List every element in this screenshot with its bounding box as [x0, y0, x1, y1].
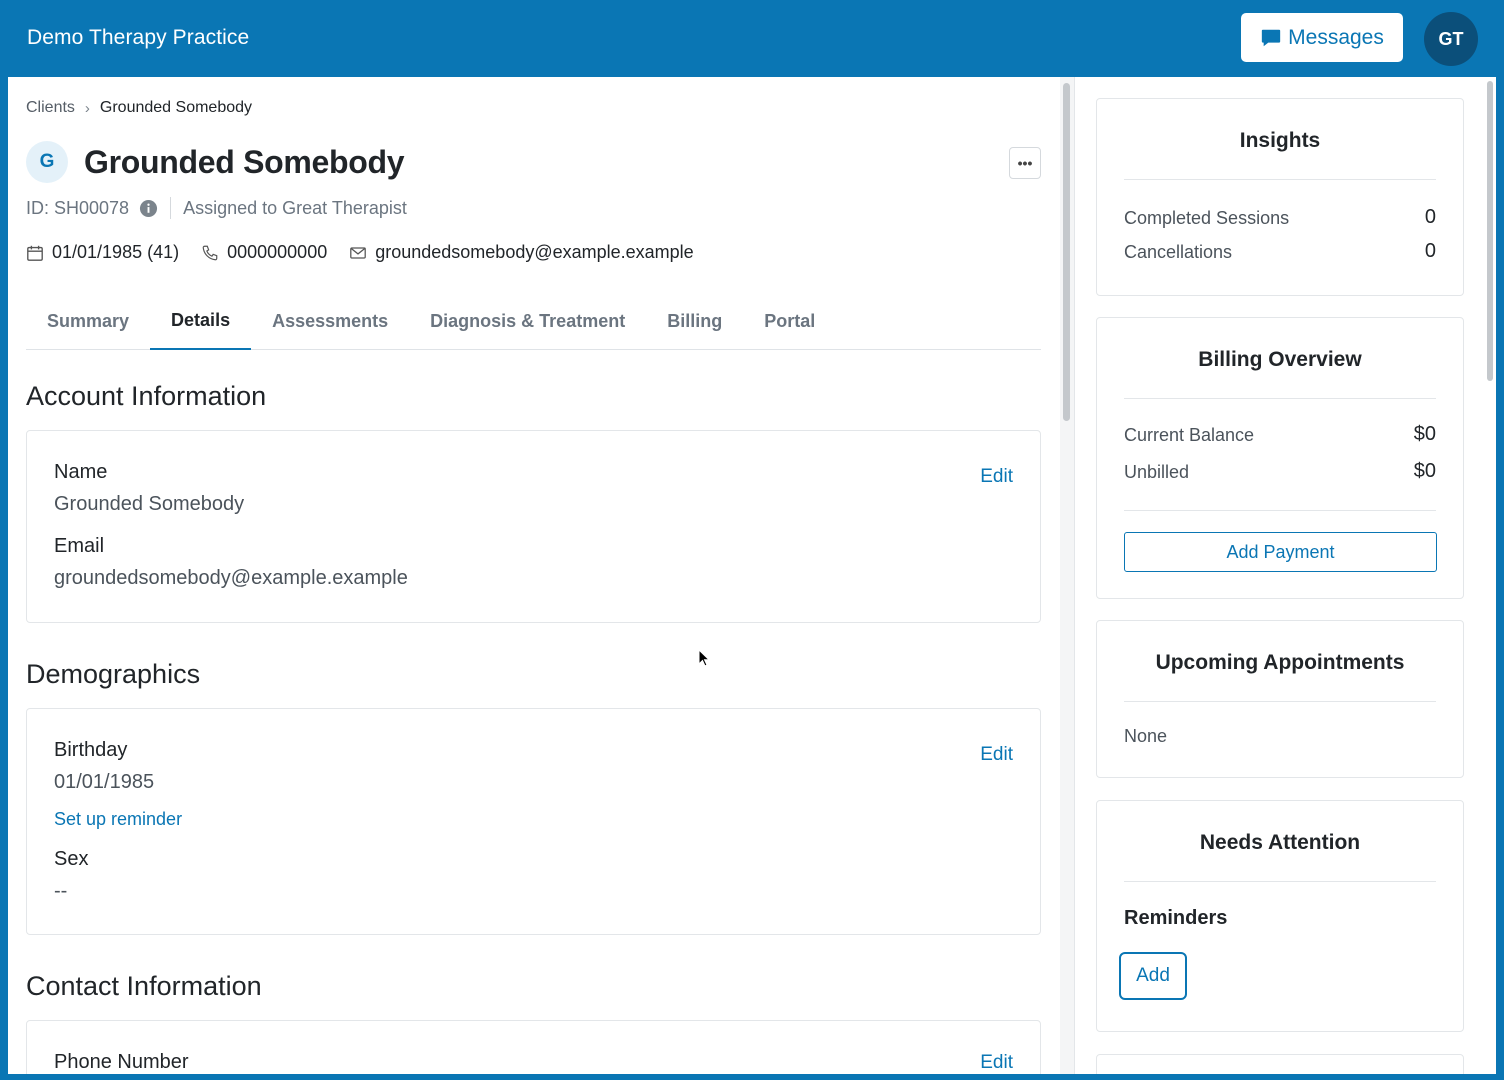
phone-icon [202, 245, 218, 260]
client-contact-summary: 01/01/1985 (41) 0000000000 groundedsomeb… [26, 242, 716, 263]
completed-sessions-value: 0 [1424, 206, 1436, 228]
contact-edit-link[interactable]: Edit [980, 1052, 1013, 1074]
reminders-label: Reminders [1124, 907, 1228, 929]
birthday-label: Birthday [54, 739, 128, 761]
needs-attention-divider [1124, 881, 1436, 882]
main-scrollbar-thumb[interactable] [1063, 83, 1070, 421]
account-information-heading: Account Information [26, 381, 267, 411]
upcoming-appointments-card: Upcoming Appointments None [1096, 620, 1464, 778]
account-edit-link[interactable]: Edit [980, 466, 1013, 488]
insights-title: Insights [1239, 129, 1321, 152]
chat-bubble-icon [1261, 29, 1281, 46]
upcoming-none-text: None [1124, 726, 1168, 746]
contact-information-card: Phone Number Edit [26, 1020, 1041, 1074]
tab-assessments[interactable]: Assessments [251, 293, 409, 350]
email-label: Email [54, 535, 105, 557]
ellipsis-icon: ••• [1017, 155, 1033, 171]
add-payment-button[interactable]: Add Payment [1124, 532, 1437, 572]
client-id: ID: SH00078 [26, 197, 130, 218]
tab-details[interactable]: Details [150, 293, 252, 350]
upcoming-appointments-title: Upcoming Appointments [1155, 651, 1405, 674]
email-value: groundedsomebody@example.example [54, 567, 408, 589]
user-avatar[interactable]: GT [1424, 12, 1478, 66]
email-address: groundedsomebody@example.example [375, 242, 694, 262]
phone-number: 0000000000 [227, 242, 328, 262]
billing-divider-bottom [1124, 510, 1436, 511]
billing-divider-top [1124, 398, 1436, 399]
calendar-icon [27, 245, 43, 261]
envelope-icon [350, 246, 367, 259]
contact-information-heading: Contact Information [26, 971, 262, 1001]
set-up-reminder-link[interactable]: Set up reminder [54, 809, 182, 830]
practice-name[interactable]: Demo Therapy Practice [27, 26, 249, 50]
sidebar-scrollbar-thumb[interactable] [1487, 81, 1493, 381]
assigned-therapist: Assigned to Great Therapist [183, 197, 407, 218]
breadcrumb-current: Grounded Somebody [99, 99, 253, 116]
birthdate-age: 01/01/1985 (41) [52, 242, 180, 262]
chevron-right-icon: › [84, 99, 90, 117]
info-icon[interactable] [139, 199, 158, 218]
needs-attention-card: Needs Attention Reminders Add [1096, 800, 1464, 1032]
client-details-main: Clients › Grounded Somebody G Grounded S… [26, 77, 1042, 1074]
name-value: Grounded Somebody [54, 493, 245, 515]
app-frame: Demo Therapy Practice Messages GT Client… [8, 6, 1496, 1074]
current-balance-label: Current Balance [1124, 425, 1255, 445]
main-scrollbar[interactable] [1060, 77, 1074, 1074]
client-header: G Grounded Somebody [26, 141, 405, 183]
cancellations-value: 0 [1424, 240, 1436, 262]
client-tabs: Summary Details Assessments Diagnosis & … [26, 293, 1041, 350]
tab-summary[interactable]: Summary [26, 293, 150, 350]
name-label: Name [54, 461, 108, 483]
tab-diagnosis-treatment[interactable]: Diagnosis & Treatment [409, 293, 646, 350]
phone-item[interactable]: 0000000000 [201, 242, 327, 263]
breadcrumb-clients-link[interactable]: Clients [26, 99, 75, 117]
meta-divider [170, 197, 172, 219]
current-balance-value: $0 [1413, 423, 1436, 445]
sex-label: Sex [54, 848, 89, 870]
tab-portal[interactable]: Portal [743, 293, 836, 350]
billing-overview-card: Billing Overview Current Balance $0 Unbi… [1096, 317, 1464, 599]
add-reminder-button[interactable]: Add [1119, 952, 1187, 1000]
demographics-edit-link[interactable]: Edit [980, 744, 1013, 766]
demographics-card: Birthday Edit 01/01/1985 Set up reminder… [26, 708, 1041, 935]
insights-card: Insights Completed Sessions 0 Cancellati… [1096, 98, 1464, 296]
unbilled-label: Unbilled [1124, 462, 1190, 482]
client-avatar: G [26, 141, 68, 183]
sex-value: -- [54, 880, 68, 902]
birthday-value: 01/01/1985 [54, 771, 155, 793]
breadcrumb: Clients › Grounded Somebody [26, 99, 252, 117]
tab-billing[interactable]: Billing [646, 293, 743, 350]
needs-attention-title: Needs Attention [1199, 831, 1361, 854]
top-navigation-bar: Demo Therapy Practice Messages GT [8, 6, 1496, 77]
next-sidebar-card [1096, 1054, 1464, 1074]
completed-sessions-label: Completed Sessions [1124, 208, 1290, 228]
cancellations-label: Cancellations [1124, 242, 1233, 262]
birthdate-item: 01/01/1985 (41) [26, 242, 179, 263]
sidebar-divider [1074, 77, 1075, 1074]
client-meta: ID: SH00078 Assigned to Great Therapist [26, 197, 407, 219]
email-item[interactable]: groundedsomebody@example.example [349, 242, 694, 263]
messages-button[interactable]: Messages [1241, 13, 1403, 62]
messages-label: Messages [1288, 25, 1384, 49]
more-options-button[interactable]: ••• [1009, 147, 1041, 179]
phone-number-label: Phone Number [54, 1051, 189, 1073]
mouse-cursor-icon [698, 649, 711, 667]
account-information-card: Name Edit Grounded Somebody Email ground… [26, 430, 1041, 623]
page-title: Grounded Somebody [84, 143, 405, 180]
billing-overview-title: Billing Overview [1198, 348, 1362, 371]
demographics-heading: Demographics [26, 659, 201, 689]
insights-divider [1124, 179, 1436, 180]
upcoming-divider [1124, 701, 1436, 702]
unbilled-value: $0 [1413, 460, 1436, 482]
